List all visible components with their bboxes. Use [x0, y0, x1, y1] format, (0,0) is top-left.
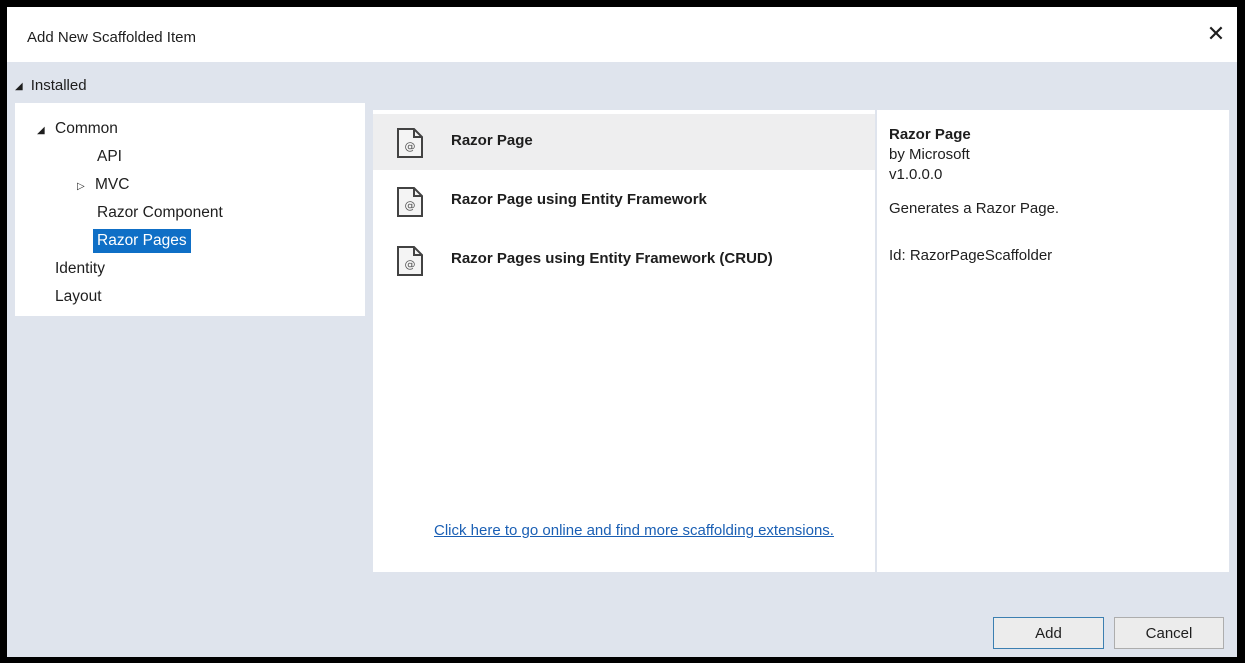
tree-item-label: API	[97, 148, 122, 165]
svg-text:@: @	[405, 140, 416, 153]
list-item-razor-pages-ef-crud[interactable]: @ Razor Pages using Entity Framework (CR…	[373, 232, 875, 288]
tree-item-api[interactable]: API	[97, 145, 122, 169]
details-version: v1.0.0.0	[889, 166, 943, 183]
tree-item-layout[interactable]: Layout	[55, 285, 102, 309]
razor-file-icon: @	[397, 246, 423, 276]
razor-file-icon: @	[397, 187, 423, 217]
svg-text:@: @	[405, 199, 416, 212]
add-button[interactable]: Add	[993, 617, 1104, 649]
tree-item-label: Common	[55, 120, 118, 137]
dialog-title: Add New Scaffolded Item	[27, 29, 196, 46]
list-item-label: Razor Page	[451, 132, 533, 149]
online-extensions-link[interactable]: Click here to go online and find more sc…	[434, 520, 854, 541]
installed-header[interactable]: ◢ Installed	[15, 69, 1235, 103]
cancel-button[interactable]: Cancel	[1114, 617, 1224, 649]
installed-label: Installed	[30, 77, 87, 94]
details-id: Id: RazorPageScaffolder	[889, 247, 1053, 264]
razor-file-icon: @	[397, 128, 423, 158]
tree-item-label: Razor Pages	[97, 232, 187, 249]
details-description: Generates a Razor Page.	[889, 200, 1060, 217]
tree-item-label: Identity	[55, 260, 105, 277]
tree-item-razor-pages[interactable]: Razor Pages	[93, 229, 191, 253]
tree-item-label: MVC	[95, 176, 130, 193]
list-item-label: Razor Pages using Entity Framework (CRUD…	[451, 250, 773, 267]
list-item-razor-page-ef[interactable]: @ Razor Page using Entity Framework	[373, 173, 875, 229]
tree-item-identity[interactable]: Identity	[55, 257, 105, 281]
tree-item-mvc[interactable]: ▷ MVC	[77, 173, 129, 197]
list-item-razor-page[interactable]: @ Razor Page	[373, 114, 875, 170]
tree-item-label: Layout	[55, 288, 102, 305]
template-list: @ Razor Page @ Razor Page using Entity F…	[373, 110, 875, 572]
collapse-triangle-icon: ◢	[15, 81, 23, 92]
scaffold-dialog: Add New Scaffolded Item ✕ ◢ Installed ◢ Co…	[7, 7, 1237, 657]
expanded-triangle-icon: ◢	[37, 125, 45, 136]
list-item-label: Razor Page using Entity Framework	[451, 191, 707, 208]
close-icon[interactable]: ✕	[1203, 21, 1229, 47]
tree-item-common[interactable]: ◢ Common	[37, 117, 118, 141]
details-panel: Razor Page by Microsoft v1.0.0.0 Generat…	[877, 110, 1229, 572]
details-name: Razor Page	[889, 126, 971, 143]
category-tree: ◢ Common API ▷ MVC Razor Component Razor P…	[15, 103, 365, 316]
tree-item-label: Razor Component	[97, 204, 223, 221]
details-author: by Microsoft	[889, 146, 970, 163]
title-bar: Add New Scaffolded Item ✕	[7, 7, 1237, 62]
svg-text:@: @	[405, 258, 416, 271]
tree-item-razor-component[interactable]: Razor Component	[97, 201, 223, 225]
collapsed-triangle-icon: ▷	[77, 181, 85, 192]
